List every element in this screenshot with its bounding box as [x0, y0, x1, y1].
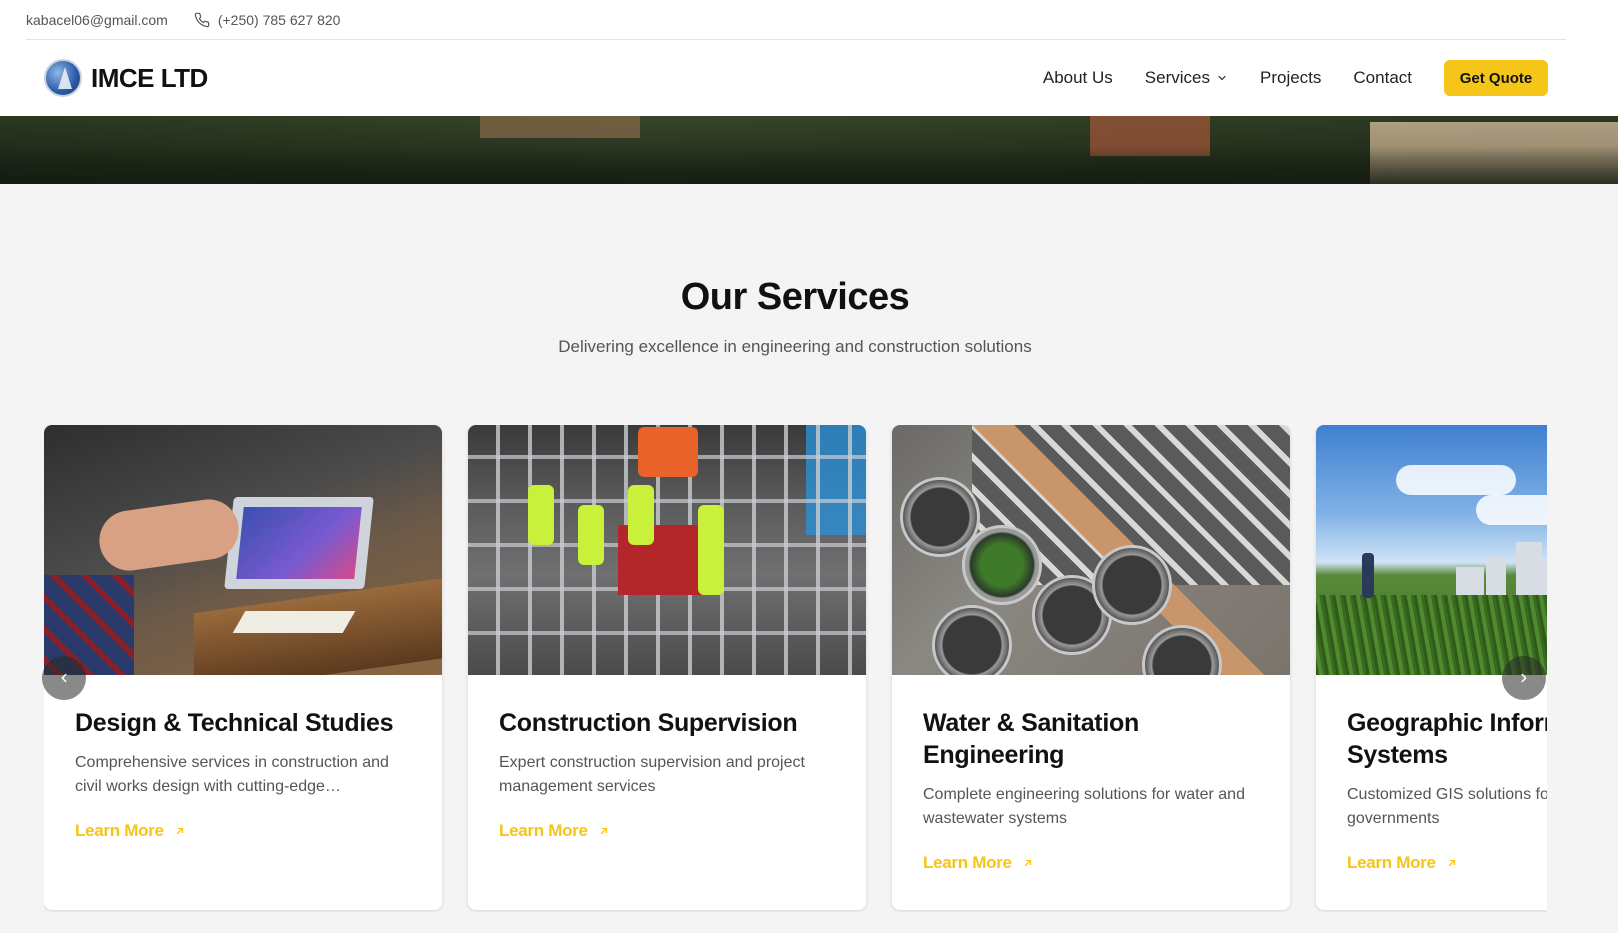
service-card-image — [1316, 425, 1547, 675]
service-card: Design & Technical Studies Comprehensive… — [44, 425, 442, 910]
arrow-up-right-icon — [600, 827, 607, 835]
contact-bar: kabacel06@gmail.com (+250) 785 627 820 — [26, 0, 1566, 40]
service-card-title: Construction Supervision — [499, 709, 798, 737]
learn-more-label: Learn More — [75, 821, 164, 840]
get-quote-button[interactable]: Get Quote — [1444, 60, 1548, 96]
learn-more-link[interactable]: Learn More — [923, 853, 1034, 873]
learn-more-link[interactable]: Learn More — [1347, 853, 1458, 873]
chevron-down-icon — [1218, 75, 1226, 81]
learn-more-label: Learn More — [1347, 853, 1436, 872]
site-header: kabacel06@gmail.com (+250) 785 627 820 I… — [0, 0, 1618, 116]
service-card-description: Customized GIS solutions for businesses … — [1347, 786, 1547, 827]
nav-item-services[interactable]: Services — [1145, 68, 1228, 88]
nav-item-about-us[interactable]: About Us — [1043, 68, 1113, 88]
chevron-right-icon — [1521, 673, 1527, 683]
service-card-description: Expert construction supervision and proj… — [499, 754, 805, 795]
carousel-next-button[interactable] — [1502, 656, 1546, 700]
learn-more-link[interactable]: Learn More — [499, 821, 610, 841]
logo-icon — [44, 59, 82, 97]
service-card-description: Comprehensive services in construction a… — [75, 754, 389, 795]
service-card: Construction Supervision Expert construc… — [468, 425, 866, 910]
service-card-image — [468, 425, 866, 675]
services-carousel: Design & Technical Studies Comprehensive… — [44, 425, 1547, 912]
service-card-image — [44, 425, 442, 675]
nav-item-contact[interactable]: Contact — [1353, 68, 1412, 88]
section-subtitle: Delivering excellence in engineering and… — [558, 337, 1032, 356]
contact-phone[interactable]: (+250) 785 627 820 — [194, 11, 341, 28]
service-card-title: Design & Technical Studies — [75, 709, 394, 737]
main-navbar: IMCE LTD About Us Services Projects Cont… — [44, 40, 1548, 116]
arrow-up-right-icon — [1448, 859, 1455, 867]
nav-menu: About Us Services Projects Contact Get Q… — [1011, 60, 1548, 96]
carousel-track: Design & Technical Studies Comprehensive… — [44, 425, 1547, 910]
learn-more-label: Learn More — [499, 821, 588, 840]
contact-email[interactable]: kabacel06@gmail.com — [26, 12, 168, 28]
carousel-prev-button[interactable] — [42, 656, 86, 700]
hero-image-strip — [0, 116, 1618, 184]
service-card-image — [892, 425, 1290, 675]
brand-link[interactable]: IMCE LTD — [44, 59, 208, 97]
service-card-title: Geographic Information Systems — [1347, 709, 1547, 769]
service-card: Water & Sanitation Engineering Complete … — [892, 425, 1290, 910]
learn-more-label: Learn More — [923, 853, 1012, 872]
service-card-title: Water & Sanitation Engineering — [923, 709, 1139, 769]
arrow-up-right-icon — [176, 827, 183, 835]
section-title: Our Services — [680, 276, 910, 318]
learn-more-link[interactable]: Learn More — [75, 821, 186, 841]
contact-phone-text: (+250) 785 627 820 — [217, 11, 341, 28]
nav-item-projects[interactable]: Projects — [1260, 68, 1321, 88]
phone-icon — [194, 12, 210, 27]
service-card-description: Complete engineering solutions for water… — [923, 786, 1245, 827]
chevron-left-icon — [61, 673, 67, 683]
arrow-up-right-icon — [1024, 859, 1031, 867]
nav-item-services-label: Services — [1144, 68, 1210, 87]
brand-name: IMCE LTD — [91, 62, 208, 93]
